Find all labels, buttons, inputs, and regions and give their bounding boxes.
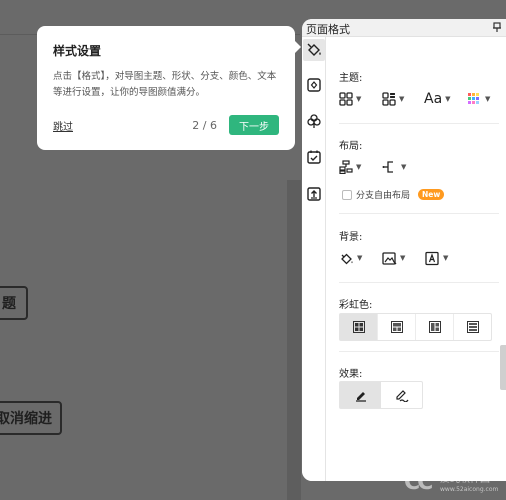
tree-layout-icon bbox=[339, 160, 353, 174]
grid-layout-icon bbox=[339, 92, 353, 106]
section-divider bbox=[339, 282, 499, 283]
chevron-down-icon: ▼ bbox=[399, 95, 405, 103]
tooltip-body: 点击【格式】，对导图主题、形状、分支、颜色、文本等进行设置，让你的导图颜值满分。 bbox=[53, 71, 277, 98]
chevron-down-icon: ▼ bbox=[400, 254, 406, 262]
rainbow-option[interactable] bbox=[454, 314, 491, 340]
rainbow-section-label: 彩虹色: bbox=[339, 300, 373, 311]
background-section-label: 背景: bbox=[339, 232, 363, 243]
panel-header: 页面格式 bbox=[302, 19, 506, 37]
tooltip-title: 样式设置 bbox=[53, 44, 102, 58]
chevron-down-icon: ▼ bbox=[443, 254, 449, 262]
theme-font-dropdown[interactable]: Aa ▼ bbox=[424, 90, 451, 108]
sticker-tab[interactable] bbox=[306, 113, 322, 129]
export-icon bbox=[307, 187, 321, 201]
free-layout-checkbox[interactable] bbox=[342, 189, 352, 200]
calendar-check-icon bbox=[307, 150, 321, 164]
chevron-down-icon: ▼ bbox=[357, 254, 363, 262]
topic-node-text: 题 bbox=[2, 296, 16, 312]
theme-shape-dropdown[interactable]: ▼ bbox=[382, 90, 404, 108]
background-text-dropdown[interactable]: ▼ bbox=[425, 249, 448, 267]
section-divider bbox=[339, 123, 499, 124]
panel-title: 页面格式 bbox=[306, 23, 350, 36]
export-tab[interactable] bbox=[306, 186, 322, 202]
rainbow-option[interactable] bbox=[416, 314, 454, 340]
watermark-logo: CC bbox=[404, 470, 433, 495]
onboarding-tooltip: 样式设置 点击【格式】，对导图主题、形状、分支、颜色、文本等进行设置，让你的导图… bbox=[37, 26, 295, 150]
chevron-down-icon: ▼ bbox=[401, 163, 407, 171]
clover-icon bbox=[307, 114, 321, 128]
theme-section-label: 主题: bbox=[339, 73, 363, 84]
topic-node[interactable]: 题 bbox=[0, 286, 28, 320]
next-step-button[interactable]: 下一步 bbox=[229, 115, 279, 135]
theme-structure-dropdown[interactable]: ▼ bbox=[339, 90, 361, 108]
font-icon: Aa bbox=[424, 91, 443, 107]
site-watermark: CC 爱纯软件园 www.52aicong.com bbox=[404, 466, 506, 500]
style-tab[interactable] bbox=[303, 39, 325, 61]
tooltip-footer: 跳过 2 / 6 下一步 bbox=[53, 114, 279, 136]
chevron-down-icon: ▼ bbox=[356, 163, 362, 171]
skip-link[interactable]: 跳过 bbox=[53, 118, 73, 133]
step-progress: 2 / 6 bbox=[192, 118, 217, 132]
background-image-dropdown[interactable]: ▼ bbox=[382, 249, 405, 267]
effect-options bbox=[339, 381, 423, 409]
chevron-down-icon: ▼ bbox=[356, 95, 362, 103]
layout-branch-dropdown[interactable]: ▼ bbox=[382, 158, 406, 176]
sign-icon bbox=[395, 390, 408, 402]
canvas-scroll-track bbox=[287, 180, 301, 500]
section-divider bbox=[339, 213, 499, 214]
theme-color-dropdown[interactable]: ▼ bbox=[467, 90, 490, 108]
topic-node-outdent[interactable]: 取消缩进 bbox=[0, 401, 62, 435]
rainbow-options bbox=[339, 313, 492, 341]
fill-icon bbox=[341, 253, 353, 264]
effect-section-label: 效果: bbox=[339, 369, 363, 380]
badge-tab[interactable] bbox=[306, 77, 322, 93]
image-icon bbox=[382, 251, 397, 265]
rainbow-icon bbox=[466, 321, 479, 333]
layout-section-label: 布局: bbox=[339, 141, 363, 152]
format-panel: 页面格式 主题: ▼ ▼ Aa ▼ ▼ 布局: ▼ ▼ 分支自由布局 New 背… bbox=[302, 19, 506, 481]
background-fill-dropdown[interactable]: ▼ bbox=[339, 249, 362, 267]
free-layout-label: 分支自由布局 bbox=[356, 191, 411, 201]
rainbow-icon bbox=[390, 321, 403, 333]
paint-bucket-icon bbox=[307, 43, 321, 56]
effect-option-pen[interactable] bbox=[340, 382, 381, 408]
rainbow-option[interactable] bbox=[340, 314, 378, 340]
text-box-icon bbox=[425, 251, 439, 265]
rainbow-icon bbox=[428, 321, 441, 333]
task-tab[interactable] bbox=[306, 149, 322, 165]
topic-node-text: 取消缩进 bbox=[0, 411, 52, 427]
tooltip-arrow bbox=[294, 40, 301, 54]
effect-option-sign[interactable] bbox=[381, 382, 422, 408]
shape-badge-icon bbox=[307, 78, 321, 92]
watermark-site-name: 爱纯软件园 bbox=[440, 474, 490, 485]
branch-icon bbox=[382, 161, 393, 173]
pin-icon[interactable] bbox=[492, 22, 502, 33]
panel-content: 主题: ▼ ▼ Aa ▼ ▼ 布局: ▼ ▼ 分支自由布局 New 背景: ▼ … bbox=[326, 37, 506, 481]
pen-icon bbox=[355, 392, 366, 402]
chevron-down-icon: ▼ bbox=[445, 95, 451, 103]
chevron-down-icon: ▼ bbox=[485, 95, 491, 103]
new-badge: New bbox=[418, 189, 445, 200]
section-divider bbox=[339, 351, 499, 352]
free-layout-toggle[interactable]: 分支自由布局 New bbox=[342, 188, 445, 201]
panel-resize-handle[interactable] bbox=[500, 345, 506, 390]
rainbow-icon bbox=[352, 321, 365, 333]
grid-alt-icon bbox=[382, 92, 396, 106]
panel-icon-bar bbox=[302, 37, 326, 481]
rainbow-option[interactable] bbox=[378, 314, 416, 340]
layout-structure-dropdown[interactable]: ▼ bbox=[339, 158, 361, 176]
watermark-url: www.52aicong.com bbox=[440, 486, 499, 493]
palette-icon bbox=[468, 93, 479, 104]
